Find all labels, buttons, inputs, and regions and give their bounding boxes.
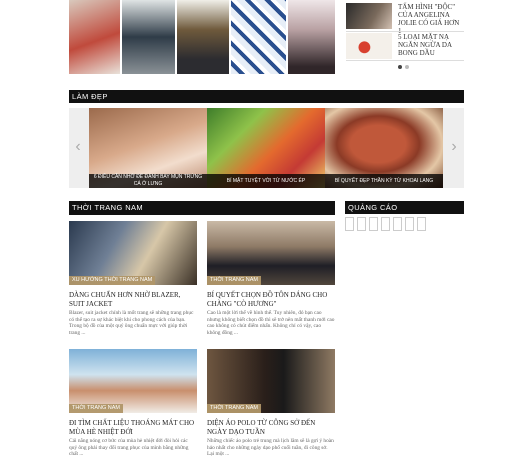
- news-item[interactable]: TẤM HÌNH "ĐỘC" CỦA ANGELINA JOLIE CÓ GIÁ…: [346, 3, 464, 35]
- divider: [69, 214, 335, 215]
- section-header-ads: QUẢNG CÁO: [345, 201, 464, 214]
- carousel-slide[interactable]: BÍ MẬT TUYỆT VỜI TỪ NƯỚC ÉP: [207, 108, 325, 188]
- news-title[interactable]: 5 LOẠI MẶT NẠ NGĂN NGỪA DA BONG DẦU: [398, 33, 464, 57]
- article-title[interactable]: DÀNG CHUẨN HƠN NHỜ BLAZER, SUIT JACKET: [69, 291, 197, 309]
- ad-slot[interactable]: [405, 217, 414, 231]
- beauty-carousel: ‹ 6 ĐIỀU CẦN NHỚ ĐỂ ĐÁNH BAY MỤN TRỨNG C…: [69, 108, 464, 188]
- carousel-slide[interactable]: BÍ QUYẾT ĐẸP THẦN KỲ TỪ KHOAI LANG: [325, 108, 443, 188]
- chevron-left-icon[interactable]: ‹: [71, 138, 85, 156]
- chevron-right-icon[interactable]: ›: [447, 138, 461, 156]
- news-thumbnail[interactable]: [346, 33, 392, 59]
- news-item[interactable]: 5 LOẠI MẶT NẠ NGĂN NGỪA DA BONG DẦU: [346, 33, 464, 59]
- slide-caption[interactable]: BÍ QUYẾT ĐẸP THẦN KỲ TỪ KHOAI LANG: [325, 174, 443, 188]
- pager-dots: [398, 65, 409, 69]
- article-excerpt: Cao là một lời thế về hình thể. Tuy nhiê…: [207, 310, 335, 336]
- divider: [346, 60, 464, 61]
- pager-dot-active[interactable]: [398, 65, 402, 69]
- article-title[interactable]: BÍ QUYẾT CHỌN ĐỒ TÔN DÁNG CHO CHÀNG "CÒ …: [207, 291, 335, 309]
- article-image[interactable]: THỜI TRANG NAM: [69, 349, 197, 413]
- article-tag[interactable]: THỜI TRANG NAM: [69, 404, 124, 413]
- section-header-beauty: LÀM ĐẸP: [69, 90, 464, 103]
- article-tag[interactable]: XU HƯỚNG THỜI TRANG NAM: [69, 276, 156, 285]
- article-image[interactable]: XU HƯỚNG THỜI TRANG NAM: [69, 221, 197, 285]
- ad-slot[interactable]: [393, 217, 402, 231]
- fashion-photo: [230, 0, 286, 74]
- article-excerpt: Blazer, suit jacket chính là mốt trang s…: [69, 310, 194, 336]
- carousel-slide[interactable]: 6 ĐIỀU CẦN NHỚ ĐỂ ĐÁNH BAY MỤN TRỨNG CÁ …: [89, 108, 207, 188]
- slide-caption[interactable]: 6 ĐIỀU CẦN NHỚ ĐỂ ĐÁNH BAY MỤN TRỨNG CÁ …: [89, 174, 207, 188]
- article-title[interactable]: DIỆN ÁO POLO TỪ CÔNG SỞ ĐẾN NGÀY DẠO TUẦ…: [207, 419, 335, 437]
- fashion-photo: [122, 0, 176, 74]
- section-title[interactable]: THỜI TRANG NAM: [72, 203, 143, 212]
- fashion-photo: [69, 0, 121, 74]
- article-excerpt: Những chiếc áo polo trẻ trung mà lịch lã…: [207, 438, 334, 458]
- ad-slot[interactable]: [381, 217, 390, 231]
- ad-slot[interactable]: [345, 217, 354, 231]
- divider: [346, 31, 464, 32]
- section-header-men-fashion: THỜI TRANG NAM: [69, 201, 335, 214]
- fashion-photo: [287, 0, 335, 74]
- article-image[interactable]: THỜI TRANG NAM: [207, 349, 335, 413]
- pager-dot[interactable]: [405, 65, 409, 69]
- fashion-banner[interactable]: [69, 0, 335, 74]
- section-title[interactable]: LÀM ĐẸP: [72, 92, 108, 101]
- section-title: QUẢNG CÁO: [348, 203, 398, 212]
- ad-slot[interactable]: [357, 217, 366, 231]
- ad-slot[interactable]: [417, 217, 426, 231]
- article-title[interactable]: ĐI TÌM CHẤT LIỆU THOÁNG MÁT CHO MÙA HÈ N…: [69, 419, 197, 437]
- article-tag[interactable]: THỜI TRANG NAM: [207, 276, 262, 285]
- article-image[interactable]: THỜI TRANG NAM: [207, 221, 335, 285]
- ad-slot[interactable]: [369, 217, 378, 231]
- article-tag[interactable]: THỜI TRANG NAM: [207, 404, 262, 413]
- slide-caption[interactable]: BÍ MẬT TUYỆT VỜI TỪ NƯỚC ÉP: [207, 174, 325, 188]
- fashion-photo: [177, 0, 229, 74]
- article-excerpt: Cái nắng nóng cơ bức của mùa hè nhiệt đớ…: [69, 438, 189, 458]
- news-thumbnail[interactable]: [346, 3, 392, 29]
